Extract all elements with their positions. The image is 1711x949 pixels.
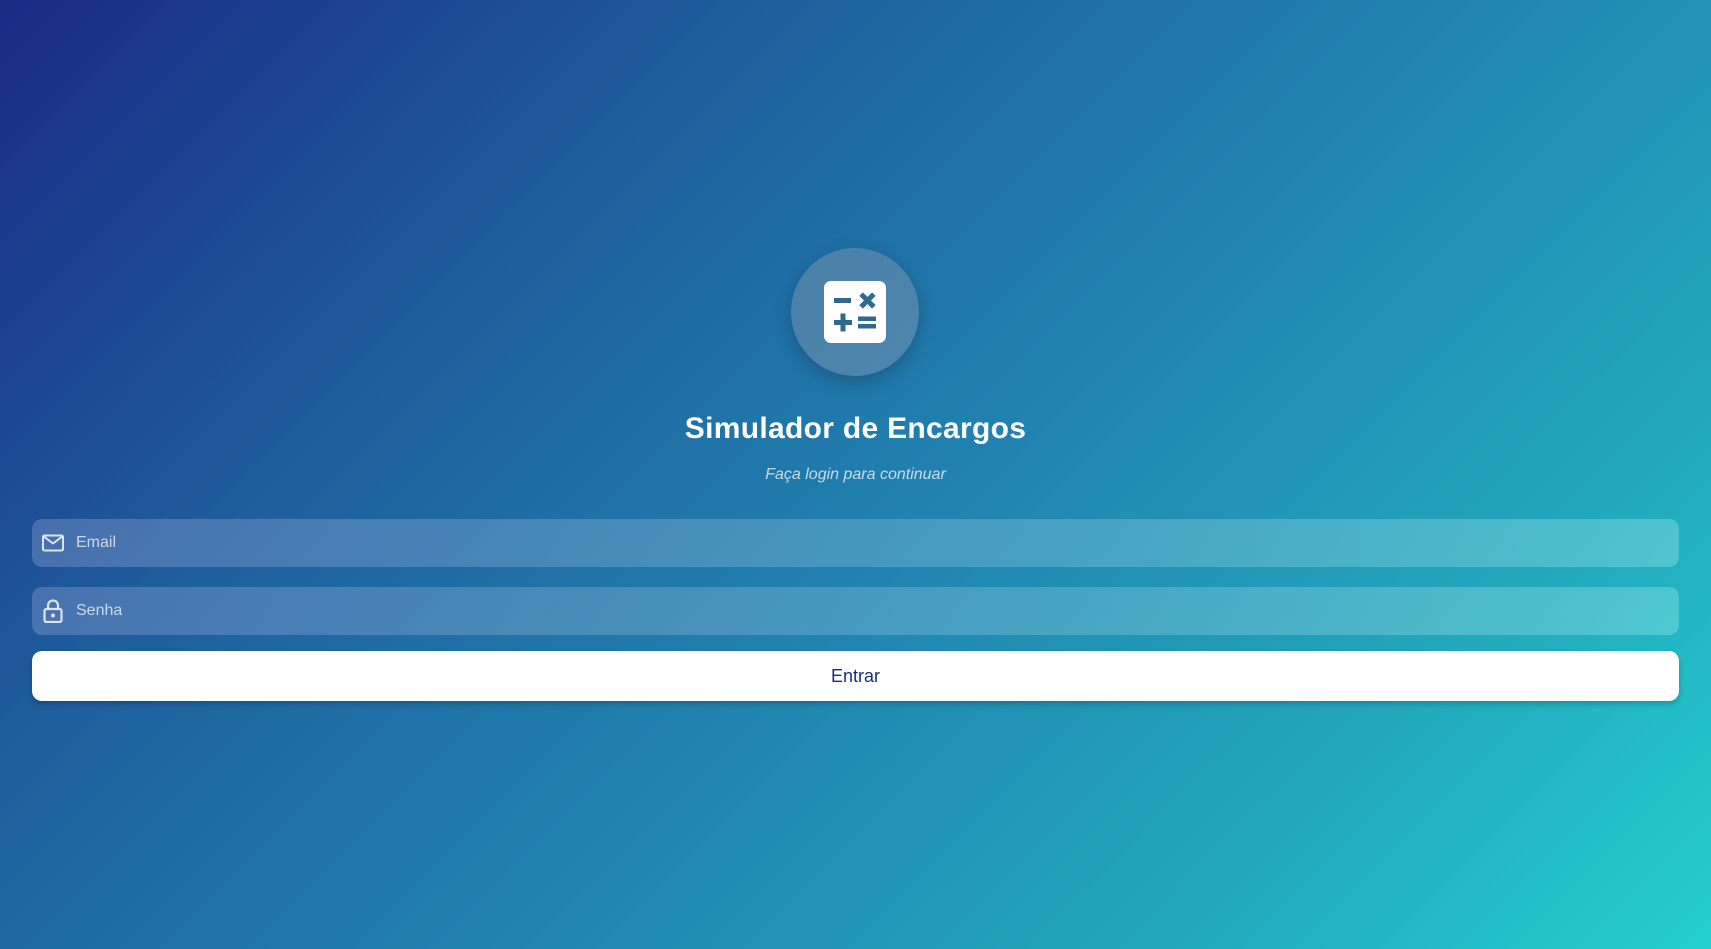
page-title: Simulador de Encargos [684,412,1027,445]
password-input[interactable] [76,587,1679,635]
mail-icon [42,532,64,554]
app-logo [791,248,919,376]
page-subtitle: Faça login para continuar [765,466,946,483]
login-button[interactable]: Entrar [32,651,1679,701]
calculator-icon [824,281,886,343]
lock-icon [42,599,64,623]
email-field[interactable] [32,519,1679,567]
password-field[interactable] [32,587,1679,635]
email-input[interactable] [76,519,1679,567]
